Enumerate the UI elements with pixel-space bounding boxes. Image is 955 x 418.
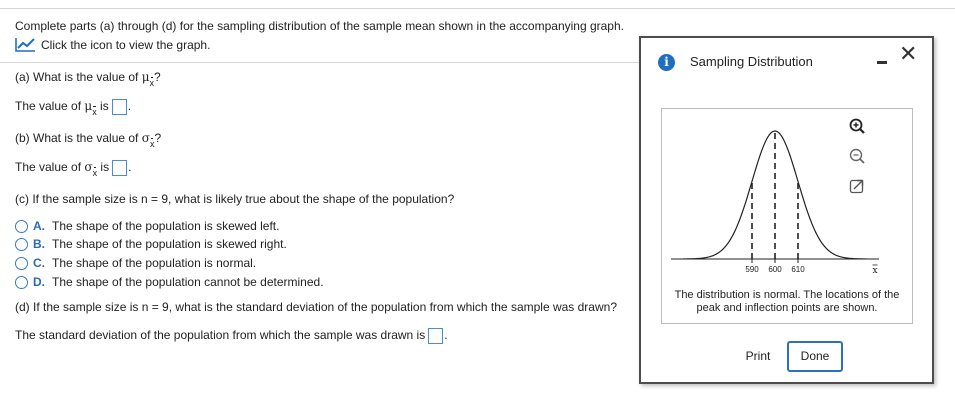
part-a-question: (a) What is the value of μx?	[15, 70, 161, 88]
part-d-answer-line: The standard deviation of the population…	[15, 328, 448, 344]
view-graph-link[interactable]: Click the icon to view the graph.	[15, 37, 210, 52]
done-button[interactable]: Done	[787, 341, 843, 372]
option-c-text: The shape of the population is normal.	[52, 256, 257, 270]
part-b-answer-text-end: is	[97, 160, 110, 175]
part-a-question-text: (a) What is the value of	[15, 70, 142, 84]
x-bar-subscript: x	[149, 138, 155, 149]
sigma-symbol: σ	[84, 160, 93, 175]
axis-x-bar-symbol: x	[872, 266, 877, 276]
line-chart-icon[interactable]	[15, 37, 36, 52]
option-a-text: The shape of the population is skewed le…	[52, 219, 280, 233]
part-b-question-end: ?	[154, 131, 162, 145]
option-d-radio[interactable]	[15, 275, 28, 289]
mu-symbol: μ	[84, 99, 93, 114]
option-d-letter: D.	[33, 275, 45, 289]
option-b-text: The shape of the population is skewed ri…	[52, 237, 287, 251]
zoom-out-icon[interactable]	[848, 147, 866, 165]
section-divider	[0, 62, 640, 63]
print-button[interactable]: Print	[735, 341, 781, 372]
part-a-question-end: ?	[154, 70, 161, 84]
minimize-button[interactable]	[875, 52, 889, 66]
sampling-distribution-dialog: i Sampling Distribution ✕ 590 600 610 x The…	[639, 36, 934, 384]
dialog-title: Sampling Distribution	[690, 54, 813, 69]
option-d-text: The shape of the population cannot be de…	[52, 275, 324, 289]
info-icon: i	[658, 54, 675, 71]
period: .	[444, 328, 448, 343]
close-button[interactable]: ✕	[899, 43, 917, 65]
option-a-radio[interactable]	[15, 219, 28, 233]
option-c-letter: C.	[33, 256, 45, 270]
sigma-answer-input[interactable]	[112, 160, 128, 176]
option-c-radio[interactable]	[15, 256, 28, 270]
tick-label: 600	[768, 265, 782, 274]
option-d[interactable]: D. The shape of the population cannot be…	[15, 275, 324, 289]
part-b-answer-text: The value of	[15, 160, 85, 175]
part-c-question: (c) If the sample size is n = 9, what is…	[15, 192, 455, 206]
option-b-letter: B.	[33, 237, 45, 251]
zoom-in-icon[interactable]	[848, 117, 866, 135]
part-a-answer-text-end: is	[96, 99, 109, 114]
option-a-letter: A.	[33, 219, 45, 233]
period: .	[127, 99, 132, 114]
top-divider	[0, 8, 955, 9]
normal-curve-graph: 590 600 610 x	[671, 130, 879, 276]
part-b-answer-line: The value of σx is.	[15, 160, 132, 179]
part-b-question: (b) What is the value of σx?	[15, 131, 162, 149]
tick-label: 610	[791, 265, 805, 274]
part-d-answer-text: The standard deviation of the population…	[15, 328, 426, 343]
tick-label: 590	[745, 265, 759, 274]
option-b[interactable]: B. The shape of the population is skewed…	[15, 237, 287, 251]
x-bar-subscript: x	[92, 167, 98, 179]
x-bar-subscript: x	[92, 106, 97, 118]
part-a-answer-text: The value of	[15, 99, 85, 114]
population-sd-answer-input[interactable]	[428, 328, 444, 344]
part-a-answer-line: The value of μx is.	[15, 99, 132, 118]
mu-answer-input[interactable]	[111, 99, 127, 115]
x-bar-subscript: x	[149, 77, 155, 88]
open-new-window-icon[interactable]	[848, 177, 866, 195]
sigma-symbol: σ	[141, 131, 150, 145]
option-b-radio[interactable]	[15, 237, 28, 251]
period: .	[128, 160, 132, 175]
part-d-question: (d) If the sample size is n = 9, what is…	[15, 300, 617, 314]
graph-panel: 590 600 610 x The distribution is normal. T…	[661, 108, 913, 324]
part-b-question-text: (b) What is the value of	[15, 131, 142, 145]
option-c[interactable]: C. The shape of the population is normal…	[15, 256, 256, 270]
graph-caption: The distribution is normal. The location…	[674, 289, 900, 314]
option-a[interactable]: A. The shape of the population is skewed…	[15, 219, 279, 233]
mu-symbol: μ	[141, 70, 150, 84]
view-graph-link-text[interactable]: Click the icon to view the graph.	[41, 38, 210, 52]
instructions-text: Complete parts (a) through (d) for the s…	[15, 19, 624, 33]
